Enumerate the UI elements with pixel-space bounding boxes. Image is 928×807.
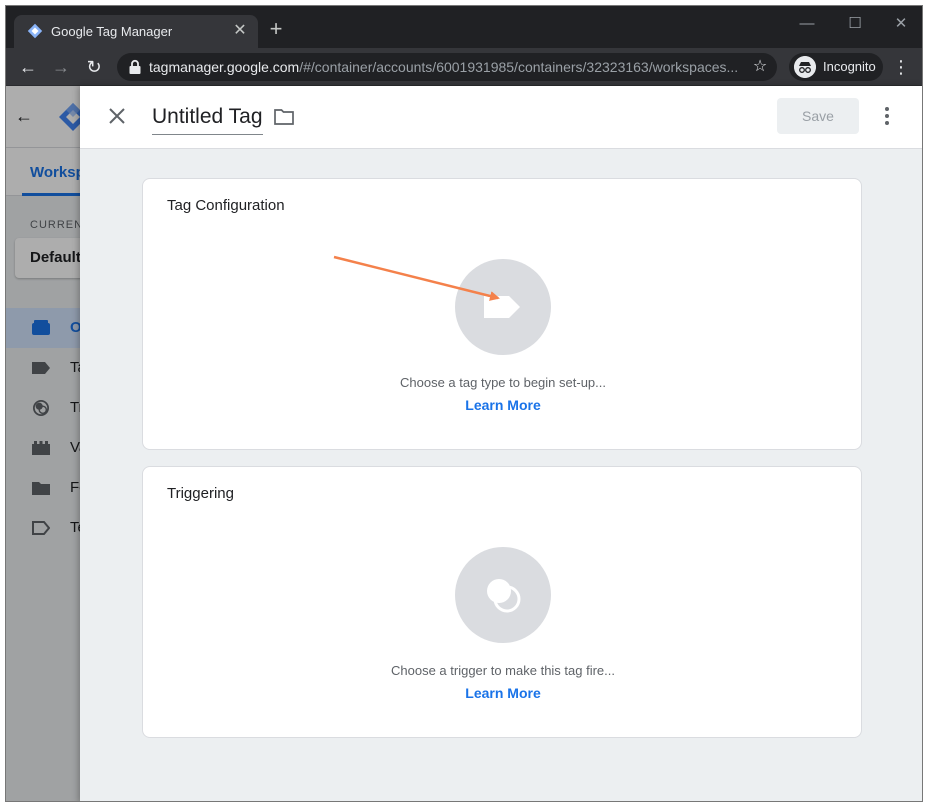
trigger-icon [487, 579, 521, 613]
triggering-card[interactable]: Triggering Choose a trigger to make this… [142, 466, 862, 738]
tab-strip: Google Tag Manager ✕ + — ☐ ✕ [6, 6, 922, 48]
browser-toolbar: ← → ↻ tagmanager.google.com/#/container/… [6, 48, 922, 86]
tag-icon [484, 296, 520, 318]
browser-tab[interactable]: Google Tag Manager ✕ [14, 15, 258, 48]
folder-icon[interactable] [274, 108, 294, 126]
card-hint: Choose a tag type to begin set-up... [400, 375, 606, 390]
maximize-button[interactable]: ☐ [832, 10, 878, 38]
tag-editor-sheet: Untitled Tag Save Tag Configuration Choo… [80, 86, 922, 801]
choose-trigger-button[interactable] [455, 547, 551, 643]
card-hint: Choose a trigger to make this tag fire..… [391, 663, 615, 678]
new-tab-button[interactable]: + [264, 18, 288, 42]
learn-more-link[interactable]: Learn More [143, 397, 863, 413]
browser-window: Google Tag Manager ✕ + — ☐ ✕ ← → ↻ tagma… [5, 5, 923, 802]
more-options-icon[interactable] [877, 104, 897, 128]
tag-name-field[interactable]: Untitled Tag [152, 105, 263, 135]
incognito-badge[interactable]: Incognito [789, 53, 883, 81]
bookmark-star-icon[interactable]: ☆ [750, 57, 770, 77]
tab-close-icon[interactable]: ✕ [230, 21, 250, 41]
incognito-label: Incognito [823, 59, 876, 74]
url-path: /#/container/accounts/6001931985/contain… [299, 59, 739, 75]
close-icon[interactable] [105, 104, 129, 128]
window-close-button[interactable]: ✕ [878, 10, 922, 38]
choose-tag-type-button[interactable] [455, 259, 551, 355]
minimize-button[interactable]: — [784, 10, 830, 38]
tag-configuration-card[interactable]: Tag Configuration Choose a tag type to b… [142, 178, 862, 450]
tag-editor-header: Untitled Tag Save [80, 86, 922, 149]
incognito-icon [794, 56, 816, 78]
card-title: Triggering [167, 485, 234, 502]
learn-more-link[interactable]: Learn More [143, 685, 863, 701]
tab-title: Google Tag Manager [51, 24, 173, 39]
lock-icon [129, 59, 141, 74]
address-bar[interactable]: tagmanager.google.com/#/container/accoun… [117, 53, 777, 81]
back-arrow-icon[interactable]: ← [16, 55, 40, 79]
card-title: Tag Configuration [167, 197, 285, 214]
save-button[interactable]: Save [777, 98, 859, 134]
url-host: tagmanager.google.com [149, 59, 300, 75]
gtm-favicon-icon [27, 23, 43, 39]
browser-menu-icon[interactable]: ⋮ [891, 55, 911, 79]
reload-icon[interactable]: ↻ [82, 55, 106, 79]
url-text: tagmanager.google.com/#/container/accoun… [149, 59, 744, 75]
forward-arrow-icon[interactable]: → [49, 55, 73, 79]
